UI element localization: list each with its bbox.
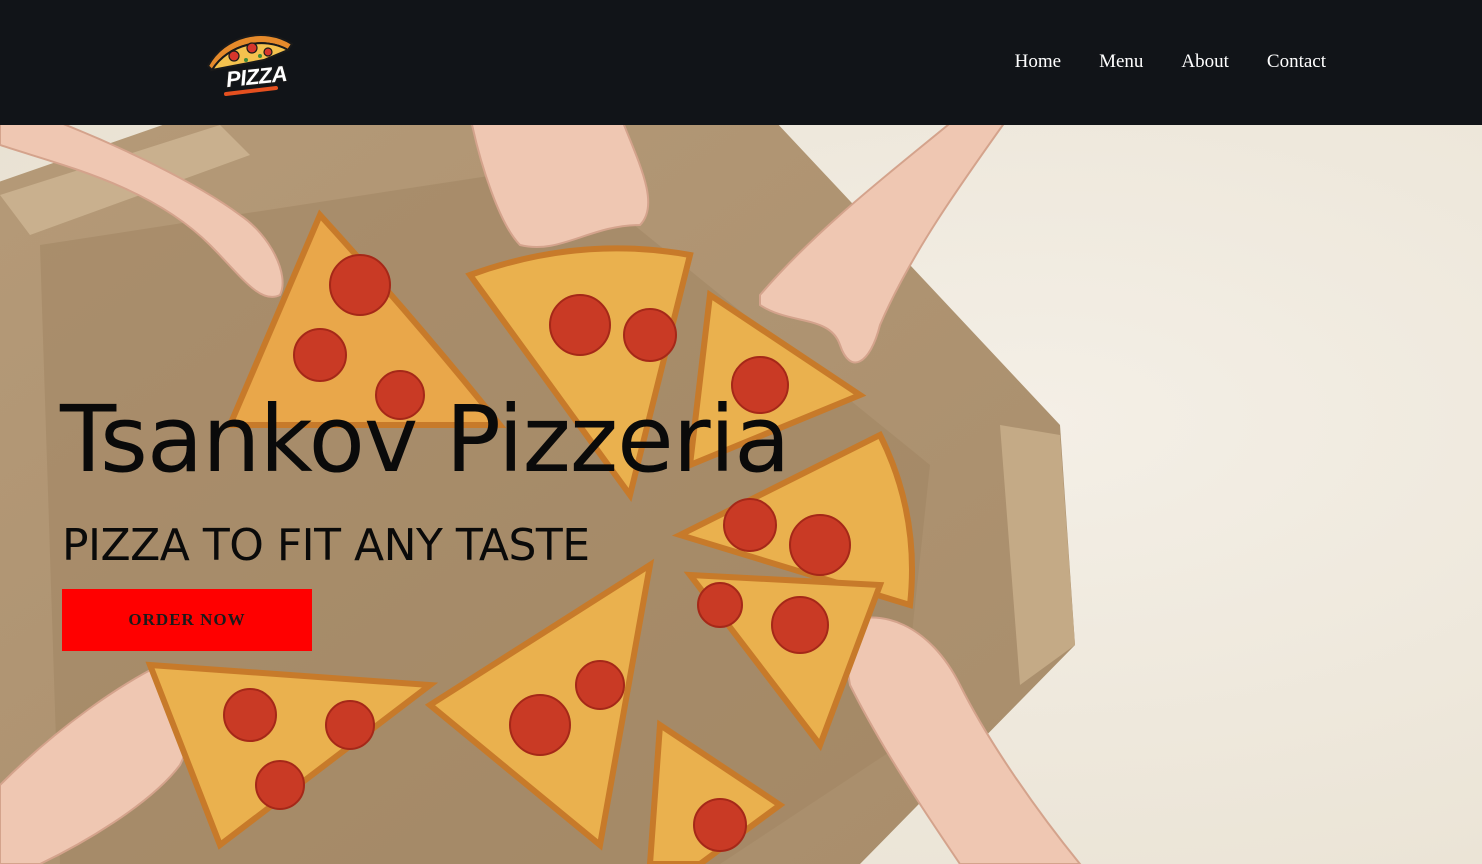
hero-title: Tsankov Pizzeria: [60, 386, 791, 493]
pizza-logo[interactable]: PIZZA: [204, 26, 296, 100]
nav-about[interactable]: About: [1181, 50, 1229, 74]
nav-contact[interactable]: Contact: [1267, 50, 1326, 74]
nav-menu[interactable]: Menu: [1099, 50, 1143, 74]
order-now-button[interactable]: ORDER NOW: [62, 589, 312, 651]
hero-section: Tsankov Pizzeria PIZZA TO FIT ANY TASTE …: [0, 125, 1482, 864]
nav-home[interactable]: Home: [1015, 50, 1061, 74]
hero-subtitle: PIZZA TO FIT ANY TASTE: [62, 520, 590, 571]
main-nav: Home Menu About Contact: [1015, 50, 1326, 74]
site-header: PIZZA Home Menu About Contact: [0, 0, 1482, 125]
